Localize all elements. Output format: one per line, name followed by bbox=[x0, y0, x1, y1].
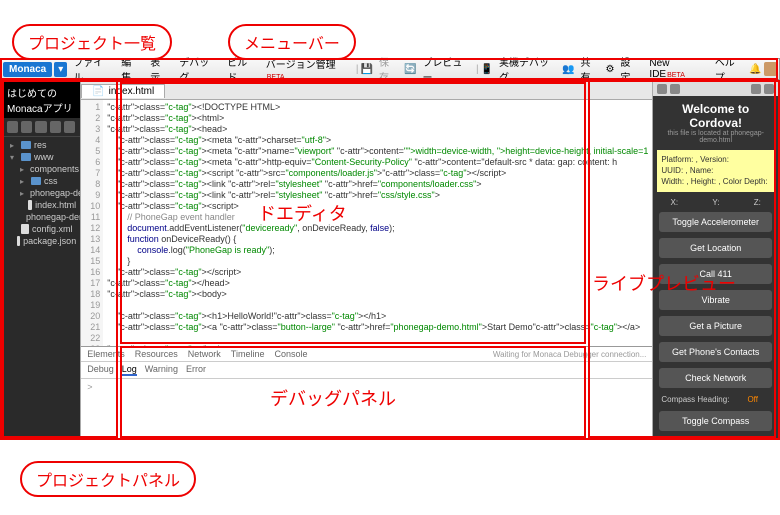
debug-tab-error[interactable]: Error bbox=[186, 364, 206, 376]
callout-live-preview: ライブプレビュー bbox=[592, 270, 736, 296]
file-icon: 📄 bbox=[92, 86, 104, 97]
preview-header: Welcome to Cordova! this file is located… bbox=[653, 96, 778, 146]
preview-subtitle: this file is located at phonegap-demo.ht… bbox=[657, 130, 774, 144]
tree-file-index[interactable]: index.html bbox=[2, 199, 80, 211]
tree-folder-css[interactable]: ▸css bbox=[2, 175, 80, 187]
project-title: はじめてのMonacaアプリ bbox=[2, 82, 80, 118]
debug-tab-debug[interactable]: Debug bbox=[87, 364, 114, 376]
xyz-readout: X:Y:Z: bbox=[653, 196, 778, 209]
tree-folder-components[interactable]: ▸components bbox=[2, 163, 80, 175]
btn-check-network[interactable]: Check Network bbox=[659, 368, 772, 388]
main-area: はじめてのMonacaアプリ ▸res ▾www ▸components ▸cs… bbox=[0, 80, 780, 440]
tree-folder-www[interactable]: ▾www bbox=[2, 151, 80, 163]
tool-icon[interactable] bbox=[21, 121, 32, 133]
debug-tab-console[interactable]: Console bbox=[274, 349, 307, 359]
tool-icon[interactable] bbox=[50, 121, 61, 133]
tree-folder-res[interactable]: ▸res bbox=[2, 139, 80, 151]
callout-menubar: メニューバー bbox=[228, 24, 356, 60]
settings-icon[interactable]: ⚙ bbox=[605, 64, 614, 75]
share-icon[interactable]: 👥 bbox=[562, 64, 574, 75]
preview-tool-icon[interactable] bbox=[751, 84, 761, 94]
callout-project-panel: プロジェクトパネル bbox=[20, 461, 196, 497]
preview-title: Welcome to Cordova! bbox=[657, 102, 774, 130]
debug-tab-elements[interactable]: Elements bbox=[87, 349, 125, 359]
preview-icon[interactable]: 🔄 bbox=[404, 64, 416, 75]
btn-get-contacts[interactable]: Get Phone's Contacts bbox=[659, 342, 772, 362]
brand-logo[interactable]: Monaca bbox=[3, 62, 52, 77]
debug-tab-warning[interactable]: Warning bbox=[145, 364, 178, 376]
debug-tab-log[interactable]: Log bbox=[122, 364, 137, 376]
code-editor[interactable]: 1234567891011121314151617181920212223 "c… bbox=[81, 100, 652, 346]
tool-icon[interactable] bbox=[64, 121, 75, 133]
device-icon[interactable]: 📱 bbox=[481, 64, 493, 75]
project-panel: はじめてのMonacaアプリ ▸res ▾www ▸components ▸cs… bbox=[2, 82, 80, 438]
preview-tool-icon[interactable] bbox=[670, 84, 680, 94]
line-gutter: 1234567891011121314151617181920212223 bbox=[81, 100, 103, 346]
preview-tool-icon[interactable] bbox=[764, 84, 774, 94]
btn-toggle-accelerometer[interactable]: Toggle Accelerometer bbox=[659, 212, 772, 232]
compass-heading: Compass Heading:Off bbox=[653, 391, 778, 408]
btn-get-picture[interactable]: Get a Picture bbox=[659, 316, 772, 336]
file-tree: ▸res ▾www ▸components ▸css ▸phonegap-dem… bbox=[2, 137, 80, 249]
sidebar-toolbar bbox=[2, 118, 80, 137]
btn-get-location[interactable]: Get Location bbox=[659, 238, 772, 258]
tool-icon[interactable] bbox=[35, 121, 46, 133]
menubar: Monaca ▾ ファイル 編集 表示 デバッグ ビルド バージョン管理 | 💾… bbox=[0, 58, 780, 80]
notification-icon[interactable]: 🔔 bbox=[749, 64, 761, 75]
tree-file-phonegap-demo[interactable]: phonegap-demo.html bbox=[2, 211, 80, 223]
tree-folder-phonegap-demo[interactable]: ▸phonegap-demo bbox=[2, 187, 80, 199]
debug-status: Waiting for Monaca Debugger connection..… bbox=[493, 350, 647, 359]
btn-toggle-compass[interactable]: Toggle Compass bbox=[659, 411, 772, 431]
live-preview-panel: Welcome to Cordova! this file is located… bbox=[653, 82, 778, 438]
debug-tab-resources[interactable]: Resources bbox=[135, 349, 178, 359]
code-body[interactable]: "c-attr">class="c-tag"><!DOCTYPE HTML>"c… bbox=[103, 100, 652, 346]
debug-tab-network[interactable]: Network bbox=[188, 349, 221, 359]
callout-debug-panel: デバッグパネル bbox=[270, 385, 396, 411]
preview-tool-icon[interactable] bbox=[657, 84, 667, 94]
avatar-icon[interactable] bbox=[764, 62, 777, 76]
editor-tab[interactable]: 📄 index.html bbox=[81, 84, 165, 98]
callout-project-list: プロジェクト一覧 bbox=[12, 24, 172, 60]
tool-icon[interactable] bbox=[7, 121, 18, 133]
debug-tab-timeline[interactable]: Timeline bbox=[231, 349, 265, 359]
brand-dropdown[interactable]: ▾ bbox=[54, 62, 67, 77]
preview-toolbar bbox=[653, 82, 778, 96]
menu-new-ide[interactable]: New IDE bbox=[645, 56, 708, 82]
device-info-box: Platform: , Version: UUID: , Name: Width… bbox=[657, 150, 774, 192]
debug-tabs-secondary: Debug Log Warning Error bbox=[81, 362, 652, 379]
editor-tab-bar: 📄 index.html bbox=[81, 82, 652, 100]
tree-file-package[interactable]: package.json bbox=[2, 235, 80, 247]
tree-file-config[interactable]: config.xml bbox=[2, 223, 80, 235]
callout-editor: ドエディタ bbox=[258, 200, 347, 226]
save-icon[interactable]: 💾 bbox=[361, 64, 373, 75]
